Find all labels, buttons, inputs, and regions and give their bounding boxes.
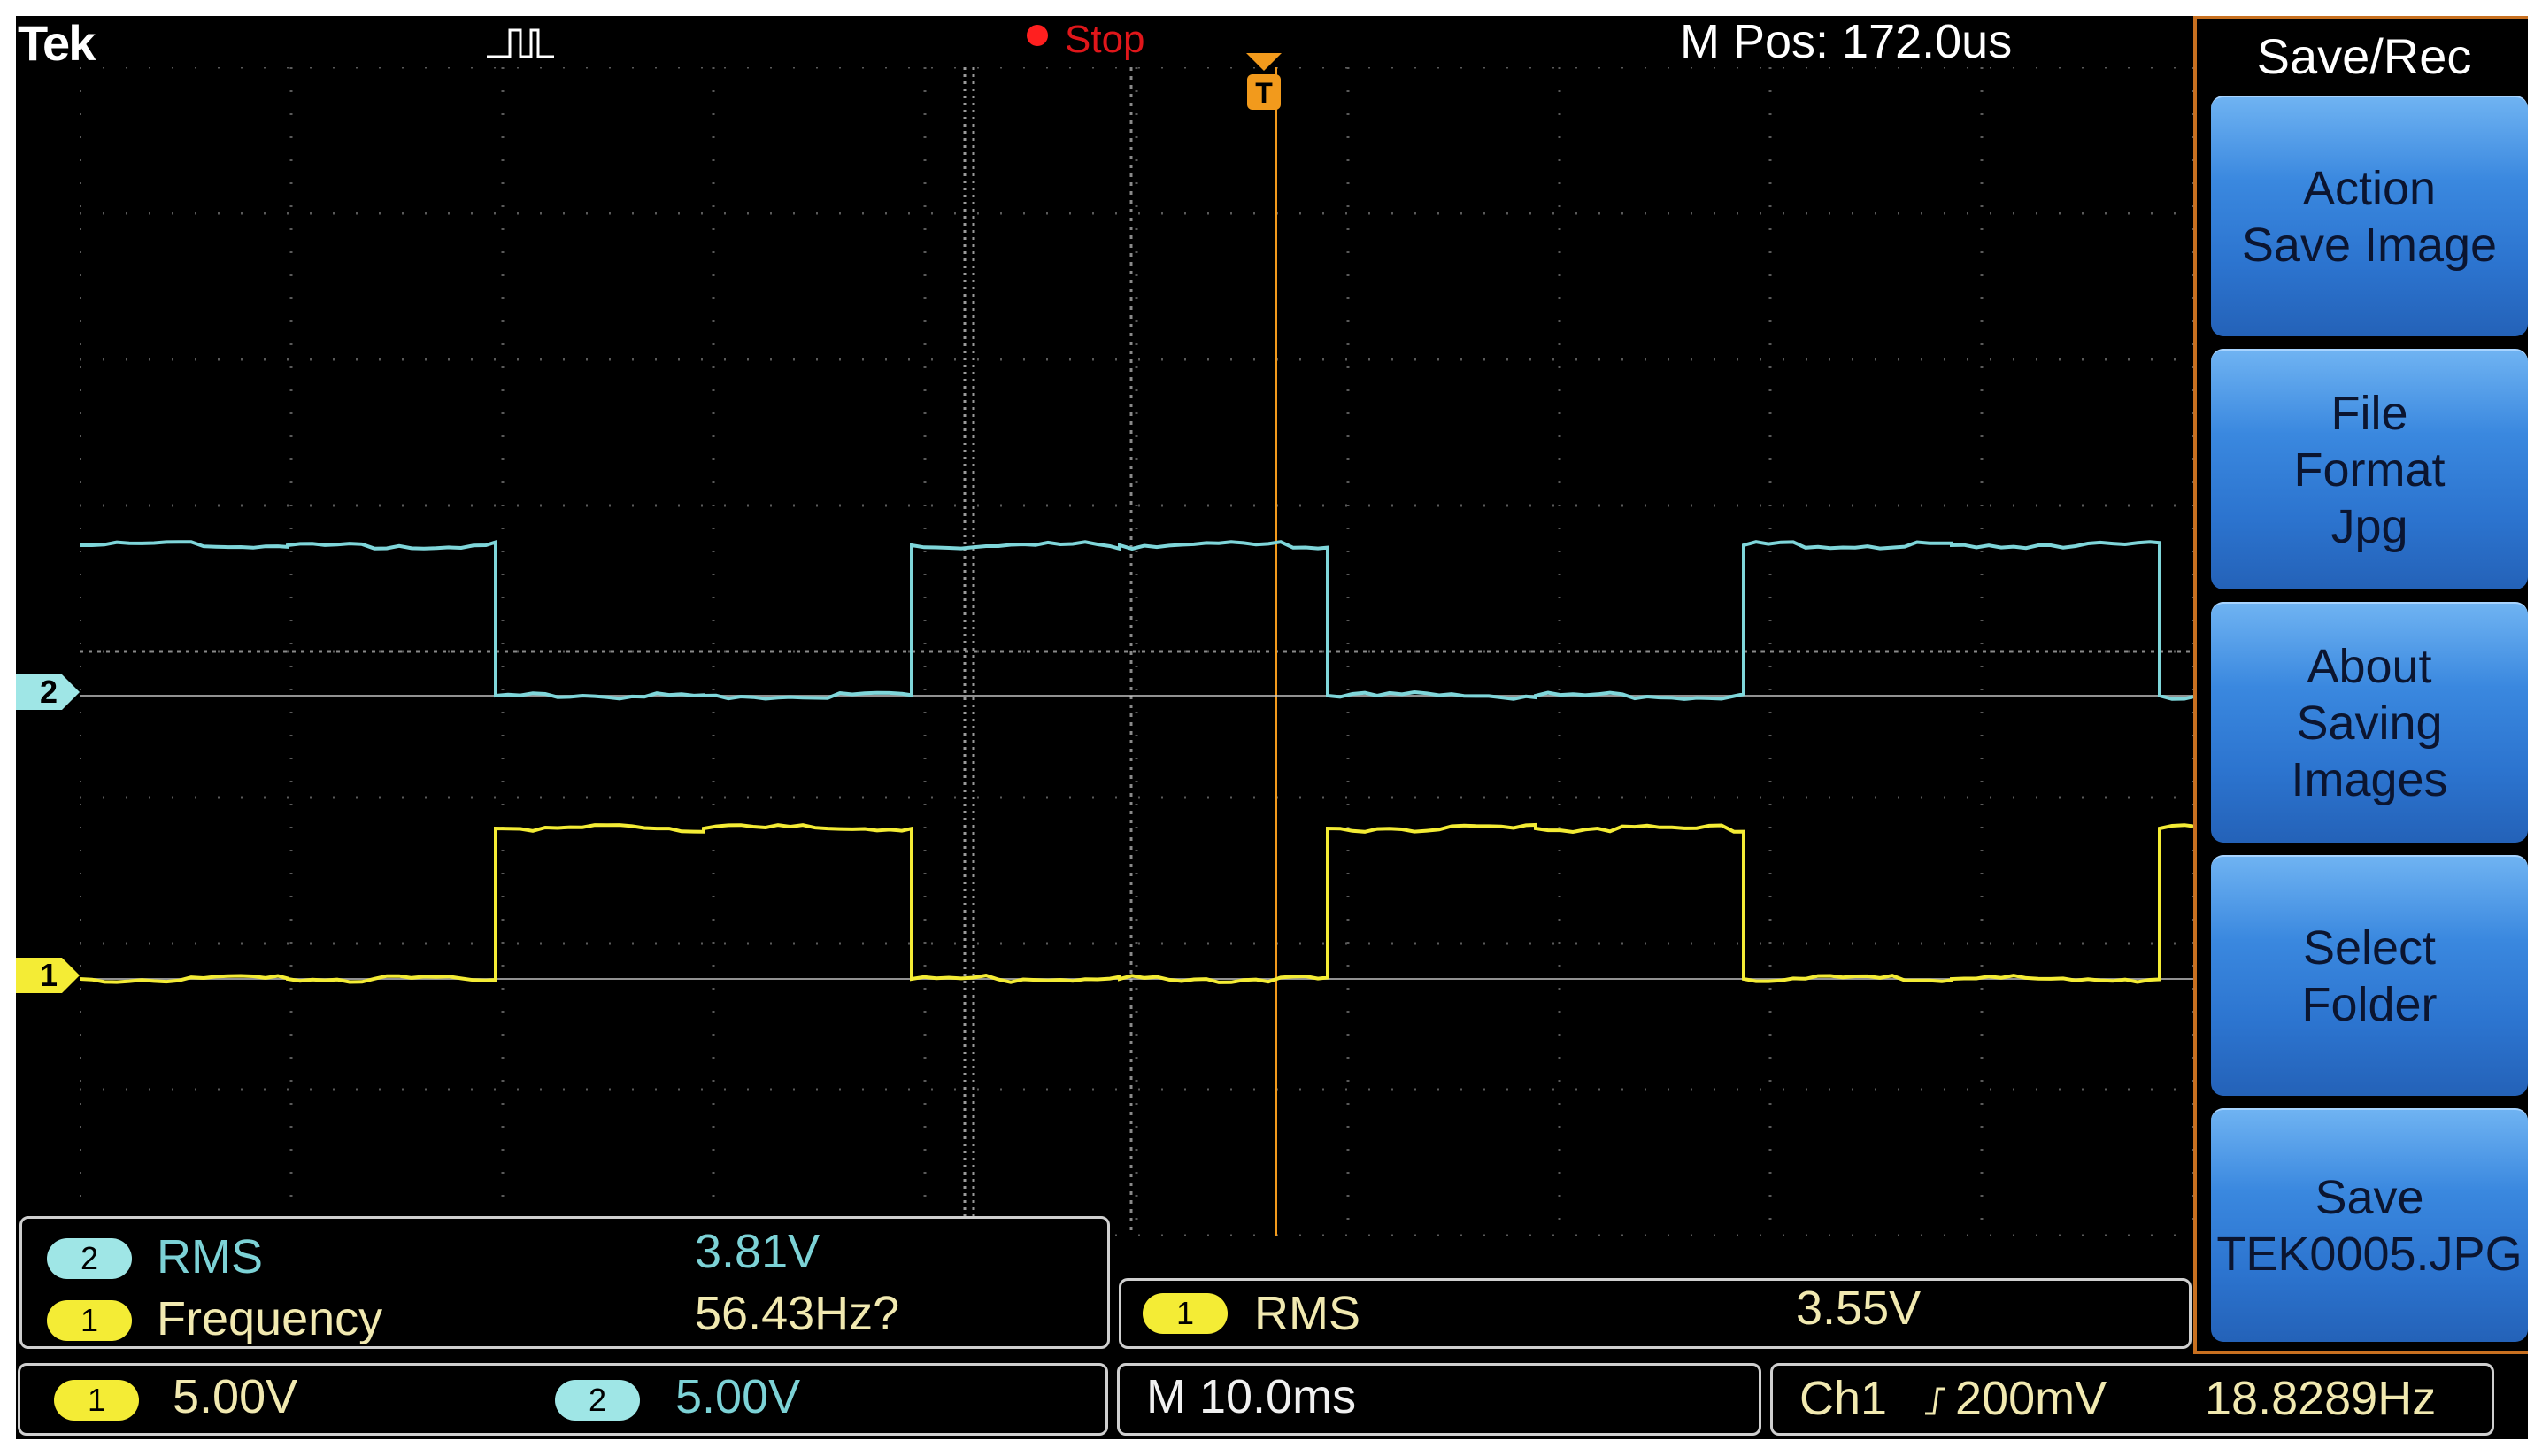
ch1-ground-marker[interactable]: 1 [16,954,81,997]
about-saving-images-button[interactable]: About Saving Images [2211,602,2528,843]
button-line: Save [2315,1171,2424,1224]
brand-logo: Tek [18,16,96,71]
save-file-button[interactable]: Save TEK0005.JPG [2211,1108,2528,1342]
waveform-graticule[interactable] [80,67,2193,1236]
ch1-badge: 1 [54,1380,139,1421]
ch2-badge: 2 [555,1380,640,1421]
ch2-scale: 5.00V [675,1370,801,1423]
measurement-name: RMS [1254,1287,1360,1340]
ch1-badge: 1 [1143,1293,1228,1334]
trigger-readout[interactable]: Ch1 200mV 18.8289Hz [1770,1363,2494,1436]
measurement-panel-right: 1 RMS 3.55V [1119,1278,2192,1349]
save-recall-menu: Save/Rec Action Save Image File Format J… [2193,16,2528,1354]
trigger-position-label: T [1255,77,1273,109]
button-line: File [2330,387,2408,440]
menu-title: Save/Rec [2256,28,2472,84]
ch1-waveform [80,822,2193,984]
timebase: M 10.0ms [1146,1370,1357,1423]
ch2-ground-marker[interactable]: 2 [16,671,81,713]
button-line: Jpg [2330,500,2408,553]
ch1-scale: 5.00V [173,1370,298,1423]
button-line: Saving [2296,697,2443,750]
measurement-value: 3.81V [695,1225,820,1278]
button-line: Save Image [2241,219,2498,272]
file-format-button[interactable]: File Format Jpg [2211,349,2528,589]
trigger-level: 200mV [1955,1372,2107,1425]
action-save-image-button[interactable]: Action Save Image [2211,96,2528,336]
ch1-badge: 1 [47,1300,132,1341]
button-line: Images [2291,753,2448,806]
measurement-value: 3.55V [1796,1282,1922,1335]
select-folder-button[interactable]: Select Folder [2211,855,2528,1096]
vertical-scale-readout[interactable]: 1 5.00V 2 5.00V [18,1363,1108,1436]
rising-edge-icon [1925,1387,1945,1415]
waveform-display [80,67,2193,1236]
oscilloscope-screen: Tek Stop M Pos: 172.0us T 2 1 Save/Rec A… [16,16,2528,1439]
run-state[interactable]: Stop [1065,18,1145,62]
stop-dot-icon [1027,25,1048,46]
button-line: Folder [2301,978,2438,1031]
measurement-value: 56.43Hz? [695,1287,900,1340]
measurement-name: RMS [157,1230,263,1283]
button-line: Action [2302,162,2437,215]
button-line: About [2307,640,2432,693]
trigger-source: Ch1 [1799,1372,1888,1425]
timebase-readout[interactable]: M 10.0ms [1117,1363,1761,1436]
button-line: Format [2293,443,2446,497]
ch1-marker-label: 1 [39,957,58,993]
ch2-marker-label: 2 [39,674,58,710]
status-header: Tek Stop M Pos: 172.0us [16,16,2193,71]
pulse-icon [487,28,554,58]
trigger-frequency: 18.8289Hz [2205,1372,2437,1425]
horizontal-position: M Pos: 172.0us [1680,16,2013,68]
trigger-position-marker[interactable]: T [1242,51,1286,140]
ch2-badge: 2 [47,1238,132,1279]
button-line: TEK0005.JPG [2216,1228,2523,1281]
measurement-name: Frequency [157,1292,383,1345]
measurement-panel-left: 2 RMS 3.81V 1 Frequency 56.43Hz? [19,1216,1110,1349]
button-line: Select [2302,921,2437,975]
